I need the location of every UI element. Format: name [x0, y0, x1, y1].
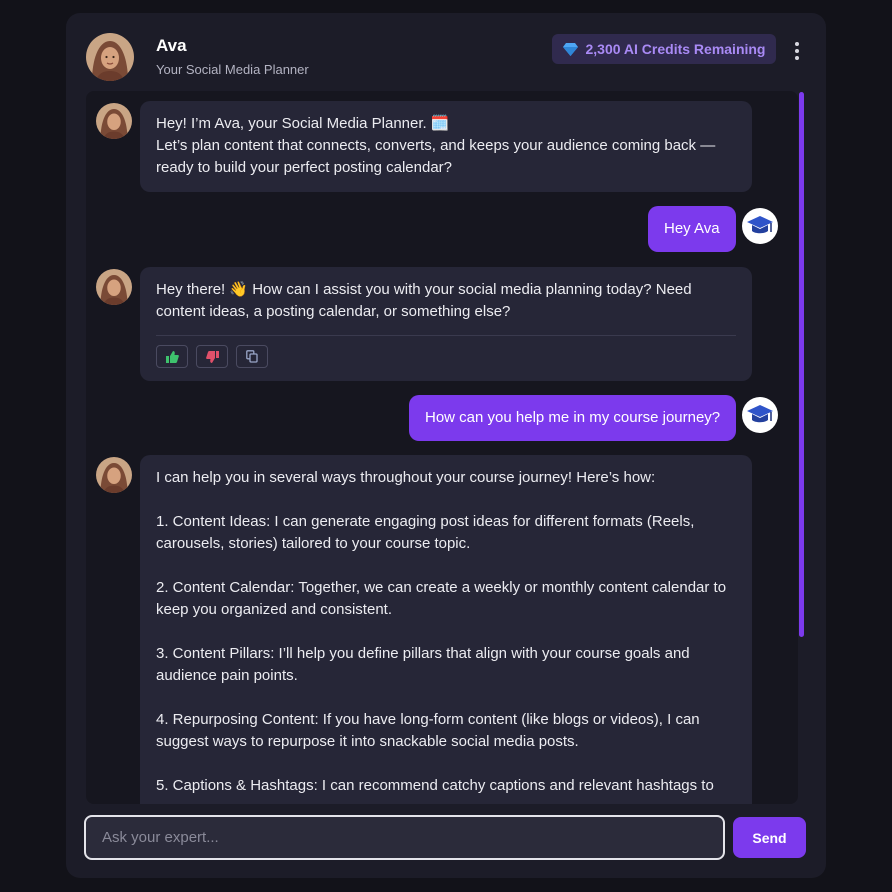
send-button[interactable]: Send: [733, 817, 806, 858]
bot-avatar-small: [96, 269, 132, 305]
chat-header: Ava Your Social Media Planner 2,300 AI C…: [66, 13, 826, 93]
copy-icon[interactable]: [236, 345, 268, 368]
message-paragraph: 4. Repurposing Content: If you have long…: [156, 711, 700, 750]
user-message: Hey Ava: [648, 206, 736, 252]
thumbs-down-icon[interactable]: [196, 345, 228, 368]
message-actions: [156, 345, 736, 368]
diamond-icon: [562, 42, 578, 56]
message-paragraph: 1. Content Ideas: I can generate engagin…: [156, 513, 695, 552]
more-vertical-icon[interactable]: [788, 39, 806, 63]
bot-role: Your Social Media Planner: [156, 62, 309, 77]
bot-message: Hey! I’m Ava, your Social Media Planner.…: [140, 101, 752, 192]
bot-avatar: [86, 33, 134, 81]
message-list[interactable]: Hey! I’m Ava, your Social Media Planner.…: [86, 91, 798, 804]
message-paragraph: 5. Captions & Hashtags: I can recommend …: [156, 777, 714, 794]
divider: [156, 335, 736, 336]
graduation-cap-icon: [742, 208, 778, 244]
bot-message: I can help you in several ways throughou…: [140, 455, 752, 804]
bot-avatar-small: [96, 103, 132, 139]
bot-message: Hey there! 👋 How can I assist you with y…: [140, 267, 752, 381]
user-message: How can you help me in my course journey…: [409, 395, 737, 441]
chat-panel: Ava Your Social Media Planner 2,300 AI C…: [66, 13, 826, 878]
message-line: Let’s plan content that connects, conver…: [156, 137, 716, 176]
bot-name: Ava: [156, 36, 187, 55]
bot-avatar-small: [96, 457, 132, 493]
graduation-cap-icon: [742, 397, 778, 433]
scrollbar[interactable]: [799, 92, 804, 637]
message-input[interactable]: [84, 815, 725, 860]
message-paragraph: 3. Content Pillars: I’ll help you define…: [156, 645, 690, 684]
message-paragraph: 2. Content Calendar: Together, we can cr…: [156, 579, 727, 618]
message-line: Hey! I’m Ava, your Social Media Planner.…: [156, 115, 450, 132]
credits-label: 2,300 AI Credits Remaining: [585, 41, 766, 57]
credits-badge[interactable]: 2,300 AI Credits Remaining: [552, 34, 776, 64]
message-paragraph: I can help you in several ways throughou…: [156, 469, 656, 486]
thumbs-up-icon[interactable]: [156, 345, 188, 368]
message-text: Hey there! 👋 How can I assist you with y…: [156, 281, 692, 320]
